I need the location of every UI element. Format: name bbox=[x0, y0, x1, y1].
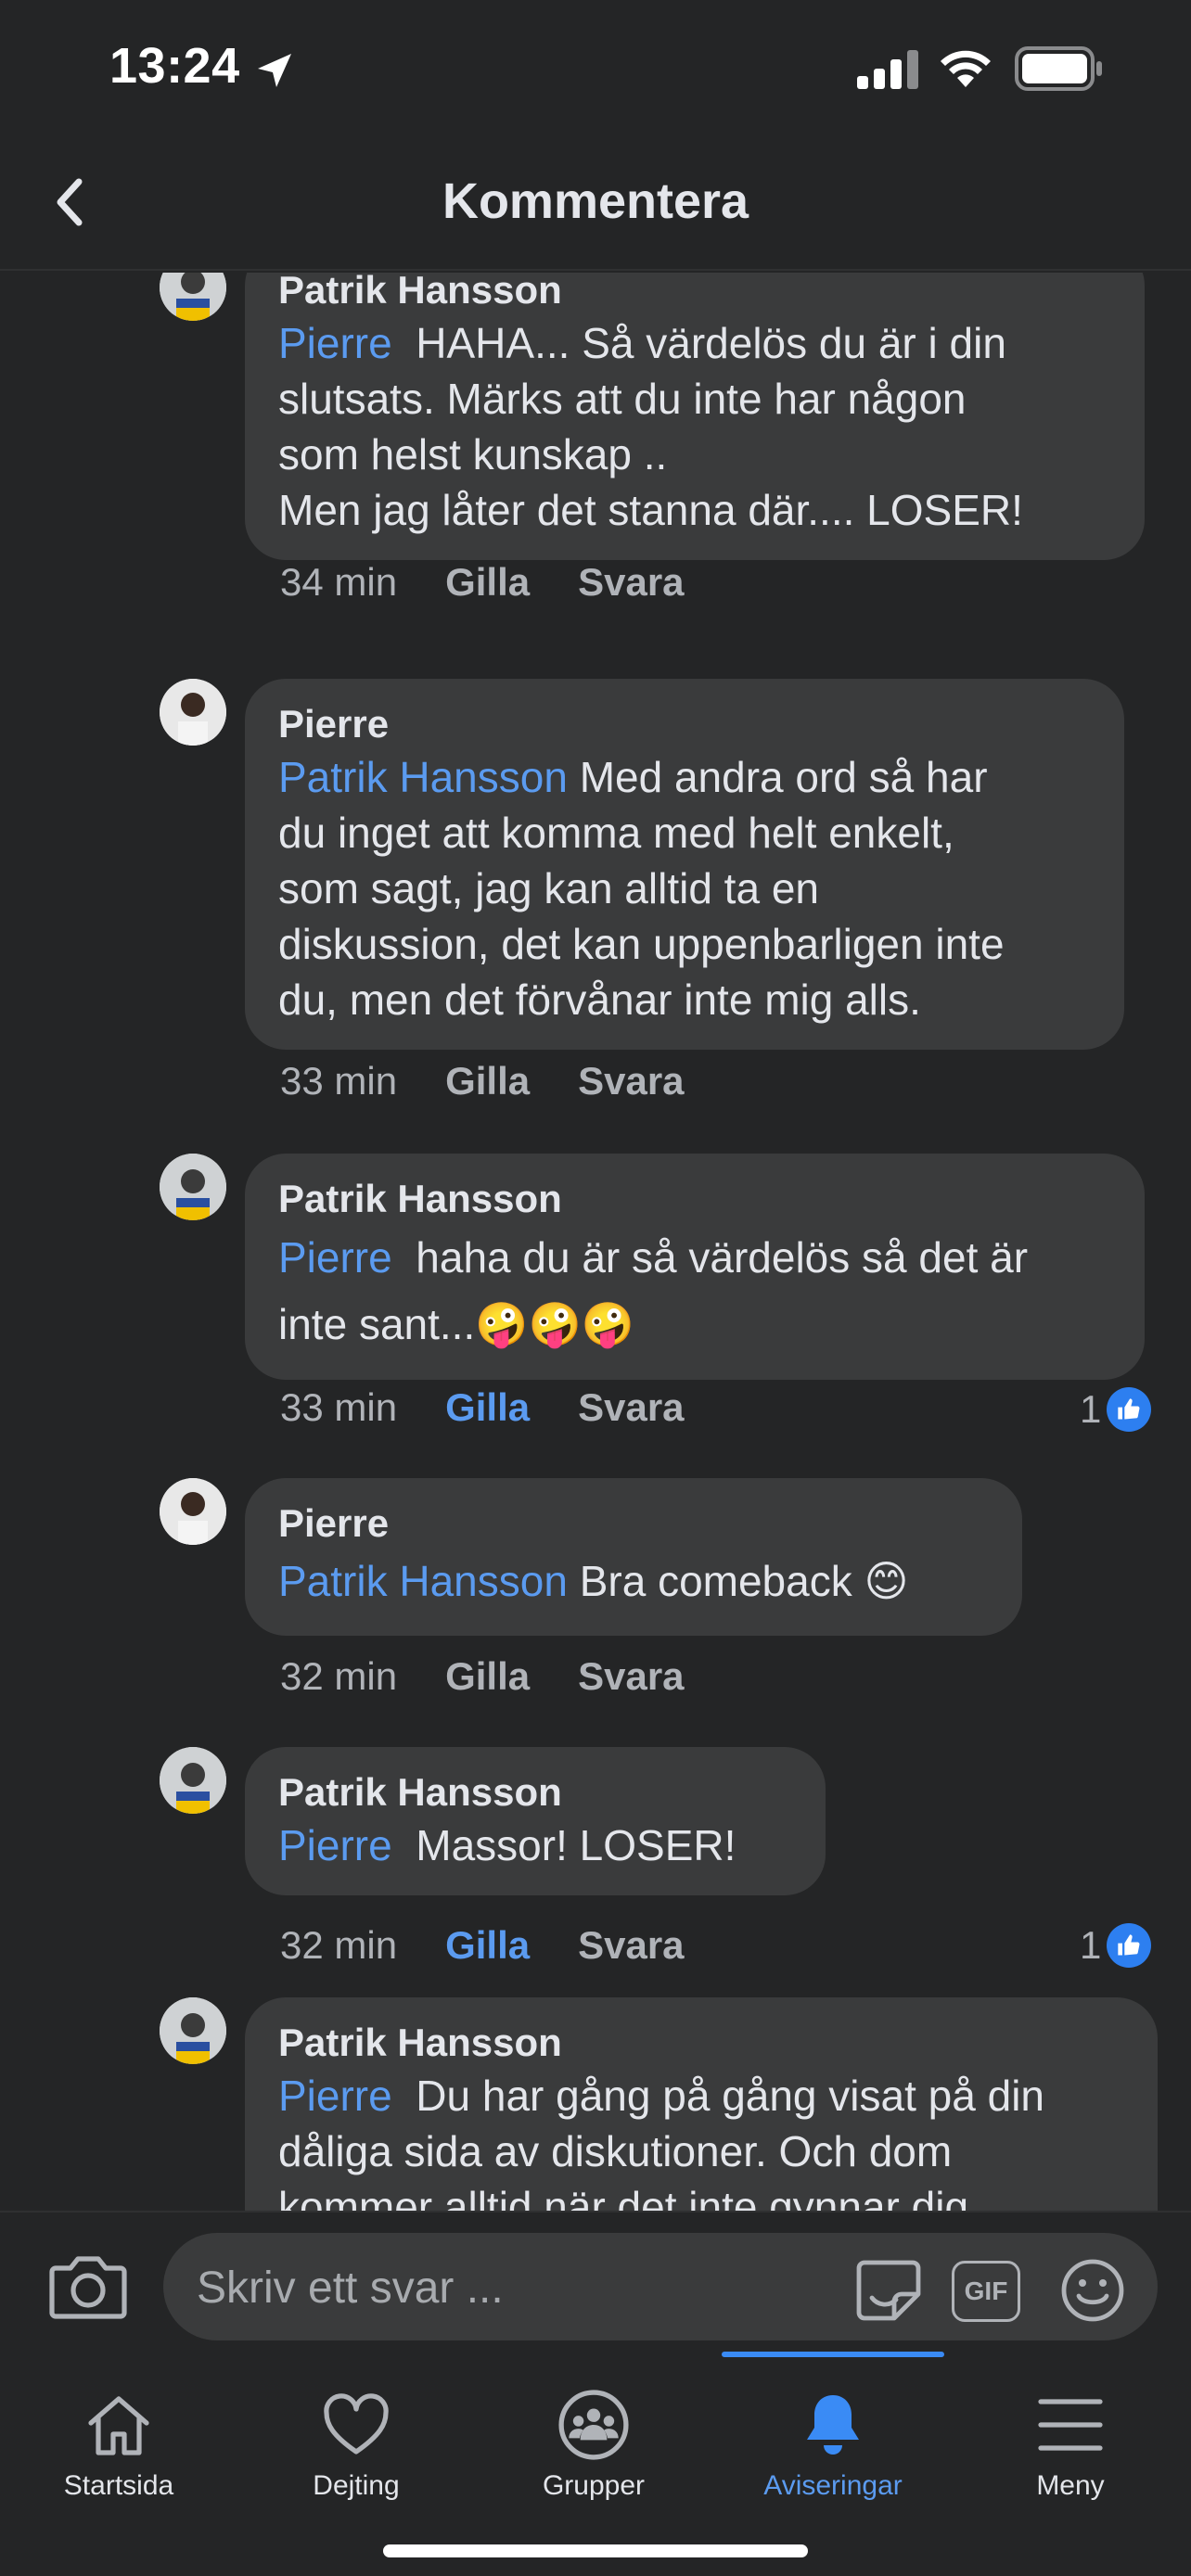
page-title: Kommentera bbox=[442, 173, 749, 229]
avatar-image bbox=[160, 1478, 226, 1545]
comment-time[interactable]: 34 min bbox=[280, 560, 397, 605]
mention-link[interactable]: Pierre bbox=[278, 2072, 392, 2120]
reaction-count[interactable]: 1 bbox=[1080, 1923, 1152, 1968]
status-time: 13:24 bbox=[109, 38, 240, 94]
comment-bubble[interactable]: Pierre Patrik Hansson Bra comeback 😊 bbox=[245, 1478, 1022, 1636]
comment-author[interactable]: Patrik Hansson bbox=[278, 273, 1111, 315]
reply-button[interactable]: Svara bbox=[578, 1059, 684, 1103]
battery-icon bbox=[1015, 46, 1102, 91]
tab-grupper[interactable]: Grupper bbox=[475, 2359, 712, 2507]
comment-meta: 32 min Gilla Svara bbox=[280, 1654, 685, 1699]
reply-button[interactable]: Svara bbox=[578, 1385, 684, 1430]
comment-author[interactable]: Patrik Hansson bbox=[278, 1767, 792, 1817]
active-tab-indicator bbox=[722, 2352, 944, 2357]
avatar[interactable] bbox=[160, 1997, 226, 2064]
comment-time[interactable]: 32 min bbox=[280, 1923, 397, 1968]
comment-text: Pierre Massor! LOSER! bbox=[278, 1821, 736, 1869]
comment-time[interactable]: 33 min bbox=[280, 1059, 397, 1103]
comment-text: Pierre HAHA... Så värdelös du är i din s… bbox=[278, 319, 1023, 534]
comment-text: Patrik Hansson Med andra ord så har du i… bbox=[278, 753, 1005, 1024]
reply-input[interactable]: Skriv ett svar ... GIF bbox=[163, 2233, 1158, 2340]
screen: 13:24 Kommentera Patrik Hansson Pierre H… bbox=[0, 0, 1191, 2576]
status-bar: 13:24 bbox=[0, 0, 1191, 139]
comment-meta: 33 min Gilla Svara bbox=[280, 1385, 685, 1430]
nav-header: Kommentera bbox=[0, 139, 1191, 271]
reply-button[interactable]: Svara bbox=[578, 1923, 684, 1968]
avatar[interactable] bbox=[160, 679, 226, 746]
comment-author[interactable]: Patrik Hansson bbox=[278, 1174, 1111, 1224]
reply-button[interactable]: Svara bbox=[578, 560, 684, 605]
avatar-image bbox=[160, 273, 226, 321]
reply-input-placeholder: Skriv ett svar ... bbox=[197, 2264, 504, 2313]
comment-text: Pierre Du har gång på gång visat på din … bbox=[278, 2072, 1044, 2211]
like-button[interactable]: Gilla bbox=[445, 1059, 530, 1103]
comment-author[interactable]: Pierre bbox=[278, 699, 1091, 749]
tab-label: Grupper bbox=[542, 2470, 646, 2501]
mention-link[interactable]: Patrik Hansson bbox=[278, 1557, 568, 1605]
avatar[interactable] bbox=[160, 1478, 226, 1545]
comment-author[interactable]: Patrik Hansson bbox=[278, 2018, 1124, 2068]
reaction-count-value: 1 bbox=[1080, 1387, 1102, 1431]
reply-composer: Skriv ett svar ... GIF bbox=[0, 2211, 1191, 2359]
emoji-icon[interactable] bbox=[1059, 2257, 1126, 2324]
comment-meta: 33 min Gilla Svara bbox=[280, 1059, 685, 1103]
comment-bubble[interactable]: Pierre Patrik Hansson Med andra ord så h… bbox=[245, 679, 1124, 1050]
home-indicator bbox=[383, 2544, 808, 2557]
gif-label: GIF bbox=[964, 2276, 1008, 2305]
heart-icon bbox=[310, 2383, 403, 2467]
reaction-count-value: 1 bbox=[1080, 1923, 1102, 1967]
tab-label: Dejting bbox=[313, 2470, 400, 2501]
like-button[interactable]: Gilla bbox=[445, 560, 530, 605]
comment-list: Patrik Hansson Pierre HAHA... Så värdelö… bbox=[0, 273, 1191, 2211]
tab-meny[interactable]: Meny bbox=[952, 2359, 1189, 2507]
mention-link[interactable]: Patrik Hansson bbox=[278, 753, 568, 801]
reaction-count[interactable]: 1 bbox=[1080, 1387, 1152, 1432]
tab-startsida[interactable]: Startsida bbox=[0, 2359, 237, 2507]
comment-bubble[interactable]: Patrik Hansson Pierre haha du är så värd… bbox=[245, 1154, 1145, 1380]
avatar[interactable] bbox=[160, 273, 226, 321]
tab-label: Aviseringar bbox=[763, 2470, 903, 2501]
comment-time[interactable]: 32 min bbox=[280, 1654, 397, 1699]
mention-link[interactable]: Pierre bbox=[278, 1821, 392, 1869]
gif-button[interactable]: GIF bbox=[952, 2261, 1020, 2322]
comment-text: Pierre haha du är så värdelös så det är … bbox=[278, 1233, 1029, 1348]
like-button[interactable]: Gilla bbox=[445, 1654, 530, 1699]
like-button[interactable]: Gilla bbox=[445, 1923, 530, 1968]
bell-icon bbox=[787, 2383, 879, 2467]
wifi-icon bbox=[941, 50, 991, 87]
tab-label: Meny bbox=[1036, 2470, 1105, 2501]
mention-link[interactable]: Pierre bbox=[278, 1233, 392, 1282]
tab-dejting[interactable]: Dejting bbox=[237, 2359, 475, 2507]
thumbs-up-icon bbox=[1107, 1923, 1152, 1968]
avatar[interactable] bbox=[160, 1747, 226, 1814]
reply-button[interactable]: Svara bbox=[578, 1654, 684, 1699]
comment-author[interactable]: Pierre bbox=[278, 1498, 989, 1549]
home-icon bbox=[72, 2383, 165, 2467]
groups-icon bbox=[547, 2383, 640, 2467]
menu-icon bbox=[1024, 2383, 1117, 2467]
comment-text: Patrik Hansson Bra comeback 😊 bbox=[278, 1557, 909, 1605]
avatar-image bbox=[160, 679, 226, 746]
comment-time[interactable]: 33 min bbox=[280, 1385, 397, 1430]
comment-meta: 32 min Gilla Svara bbox=[280, 1923, 685, 1968]
avatar-image bbox=[160, 1997, 226, 2064]
mention-link[interactable]: Pierre bbox=[278, 319, 392, 367]
comment-bubble[interactable]: Patrik Hansson Pierre Du har gång på gån… bbox=[245, 1997, 1158, 2211]
thumbs-up-icon bbox=[1107, 1387, 1152, 1432]
comment-bubble[interactable]: Patrik Hansson Pierre Massor! LOSER! bbox=[245, 1747, 826, 1895]
location-arrow-icon bbox=[258, 54, 291, 87]
comment-meta: 34 min Gilla Svara bbox=[280, 560, 685, 605]
cellular-signal-icon bbox=[857, 50, 918, 89]
avatar-image bbox=[160, 1154, 226, 1220]
tab-label: Startsida bbox=[63, 2470, 174, 2501]
sticker-icon[interactable] bbox=[853, 2257, 924, 2324]
avatar[interactable] bbox=[160, 1154, 226, 1220]
camera-icon[interactable] bbox=[48, 2250, 128, 2324]
like-button[interactable]: Gilla bbox=[445, 1385, 530, 1430]
comment-bubble[interactable]: Patrik Hansson Pierre HAHA... Så värdelö… bbox=[245, 273, 1145, 560]
avatar-image bbox=[160, 1747, 226, 1814]
bottom-tab-bar: Startsida Dejting Grupper Aviseringar Me… bbox=[0, 2352, 1191, 2576]
tab-aviseringar[interactable]: Aviseringar bbox=[714, 2359, 952, 2507]
